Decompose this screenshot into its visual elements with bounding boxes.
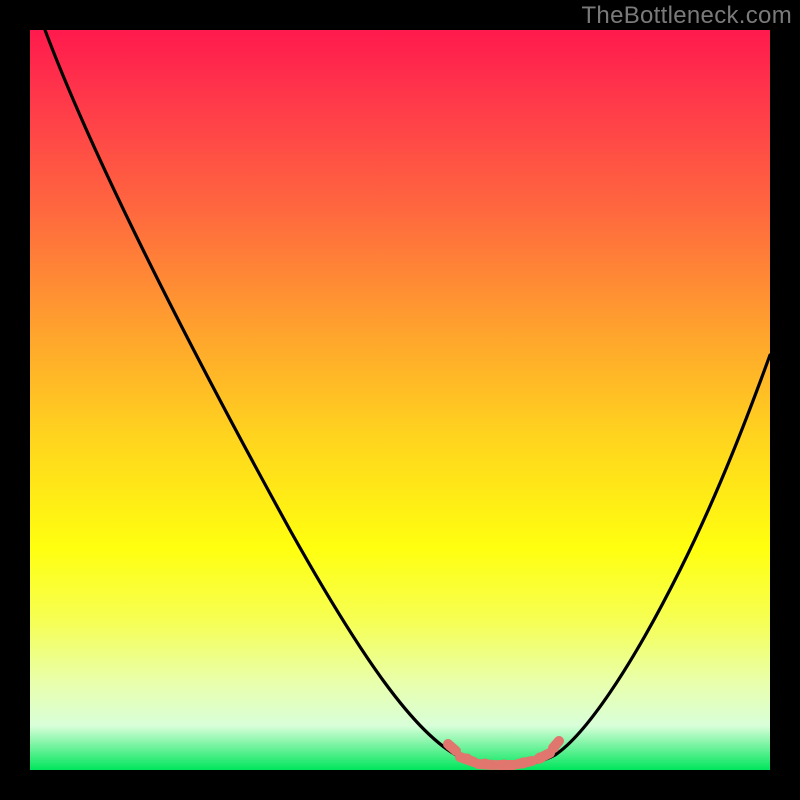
chart-stage: TheBottleneck.com bbox=[0, 0, 800, 800]
plot-area bbox=[30, 30, 770, 770]
bottleneck-curve-svg bbox=[30, 30, 770, 770]
watermark-label: TheBottleneck.com bbox=[581, 2, 792, 30]
bottleneck-curve bbox=[45, 30, 770, 765]
